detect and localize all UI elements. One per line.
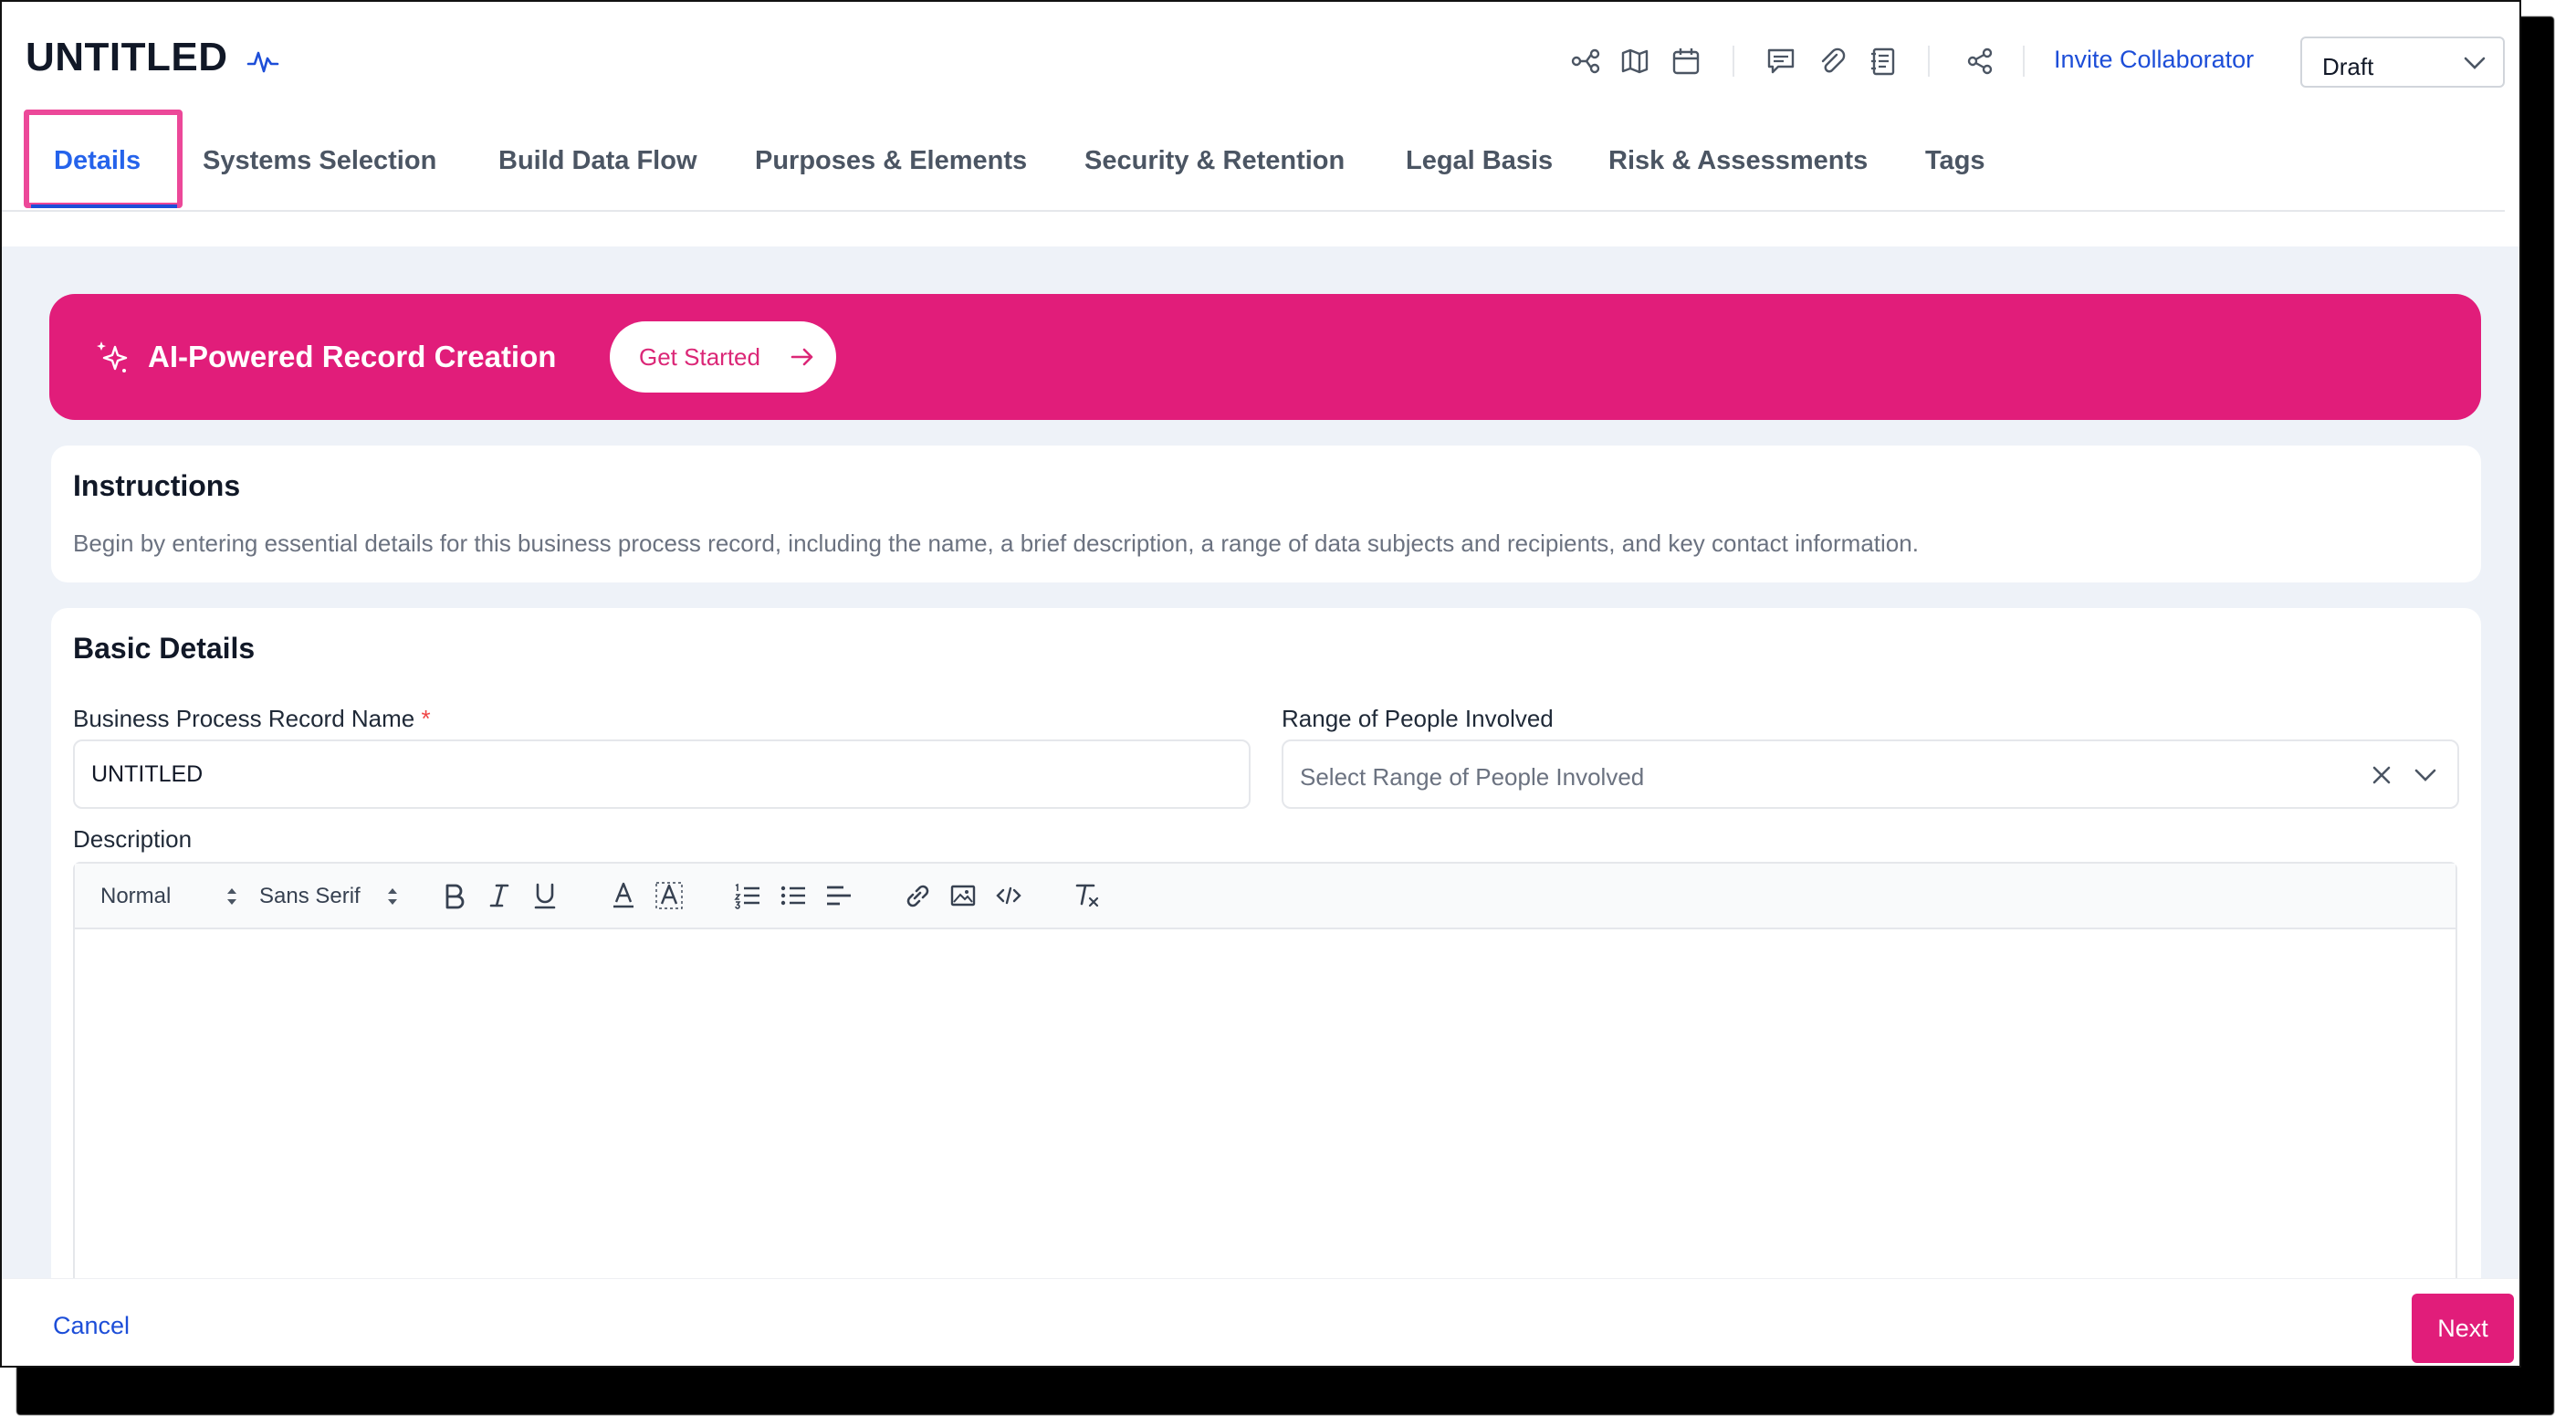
- format-select[interactable]: Normal: [100, 884, 171, 909]
- attachment-icon[interactable]: [1817, 46, 1848, 77]
- ai-record-banner: AI-Powered Record Creation Get Started: [49, 294, 2481, 420]
- ordered-list-icon[interactable]: [732, 880, 763, 911]
- status-value: Draft: [2322, 53, 2374, 80]
- next-button[interactable]: Next: [2412, 1294, 2514, 1363]
- toolbar-separator: [1928, 46, 1930, 77]
- record-name-input[interactable]: [73, 739, 1251, 809]
- chevron-down-icon[interactable]: [2414, 765, 2437, 785]
- image-icon[interactable]: [948, 880, 979, 911]
- chevron-down-icon: [2464, 57, 2486, 69]
- range-select[interactable]: Select Range of People Involved: [1282, 739, 2459, 809]
- code-icon[interactable]: [993, 880, 1024, 911]
- comment-icon[interactable]: [1765, 46, 1796, 77]
- clear-icon[interactable]: [2370, 763, 2393, 787]
- select-arrows-icon: [227, 888, 236, 905]
- basic-details-title: Basic Details: [73, 632, 256, 665]
- map-icon[interactable]: [1619, 46, 1650, 77]
- get-started-label: Get Started: [639, 343, 760, 371]
- required-mark: *: [421, 705, 431, 732]
- editor-toolbar: Normal Sans Serif: [75, 864, 2456, 929]
- app-window: UNTITLED Invite Collaborator Draft Detai…: [0, 0, 2521, 1368]
- page-title: UNTITLED: [26, 35, 228, 79]
- flow-icon[interactable]: [1570, 46, 1601, 77]
- tab-tags[interactable]: Tags: [1925, 146, 1985, 176]
- toolbar-separator: [1733, 46, 1734, 77]
- clear-formatting-icon[interactable]: [1072, 880, 1103, 911]
- tab-bar: Details Systems Selection Build Data Flo…: [2, 110, 2505, 212]
- get-started-button[interactable]: Get Started: [610, 321, 836, 393]
- italic-icon[interactable]: [484, 880, 515, 911]
- arrow-right-icon: [791, 348, 813, 366]
- status-select[interactable]: Draft: [2300, 37, 2505, 88]
- record-name-label-text: Business Process Record Name: [73, 705, 415, 732]
- basic-details-card: Basic Details Business Process Record Na…: [51, 608, 2481, 1318]
- range-placeholder: Select Range of People Involved: [1300, 763, 1645, 791]
- notes-icon[interactable]: [1868, 46, 1899, 77]
- align-left-icon[interactable]: [823, 880, 854, 911]
- tab-legal-basis[interactable]: Legal Basis: [1406, 146, 1553, 176]
- bold-icon[interactable]: [438, 880, 469, 911]
- link-icon[interactable]: [902, 880, 933, 911]
- instructions-card: Instructions Begin by entering essential…: [51, 446, 2481, 582]
- tab-risk-assessments[interactable]: Risk & Assessments: [1608, 146, 1868, 176]
- cancel-button[interactable]: Cancel: [53, 1312, 130, 1340]
- underline-icon[interactable]: [529, 880, 560, 911]
- highlight-color-icon[interactable]: [654, 880, 685, 911]
- calendar-icon[interactable]: [1670, 46, 1702, 77]
- sparkle-icon: [97, 341, 128, 372]
- font-select[interactable]: Sans Serif: [259, 884, 361, 909]
- description-editor: Normal Sans Serif: [73, 862, 2457, 1318]
- tab-purposes-elements[interactable]: Purposes & Elements: [755, 146, 1027, 176]
- share-icon[interactable]: [1964, 46, 1995, 77]
- text-color-icon[interactable]: [608, 880, 639, 911]
- footer: Cancel Next: [2, 1278, 2519, 1366]
- activity-icon[interactable]: [246, 46, 279, 79]
- instructions-text: Begin by entering essential details for …: [73, 530, 1919, 557]
- tab-details[interactable]: Details: [54, 146, 141, 176]
- invite-collaborator-link[interactable]: Invite Collaborator: [2054, 46, 2254, 74]
- instructions-title: Instructions: [73, 469, 241, 502]
- bullet-list-icon[interactable]: [778, 880, 809, 911]
- tab-systems-selection[interactable]: Systems Selection: [203, 146, 436, 176]
- description-label: Description: [73, 825, 193, 853]
- ai-banner-title: AI-Powered Record Creation: [148, 340, 557, 373]
- range-label: Range of People Involved: [1282, 705, 1554, 732]
- description-textarea[interactable]: [75, 931, 2456, 1315]
- active-tab-indicator: [31, 204, 177, 208]
- select-arrows-icon: [388, 888, 397, 905]
- toolbar-separator: [2023, 46, 2025, 77]
- tab-build-data-flow[interactable]: Build Data Flow: [498, 146, 697, 176]
- tab-security-retention[interactable]: Security & Retention: [1084, 146, 1345, 176]
- record-name-label: Business Process Record Name *: [73, 705, 431, 733]
- header: UNTITLED Invite Collaborator Draft Detai…: [2, 2, 2519, 214]
- main-content: AI-Powered Record Creation Get Started I…: [2, 246, 2519, 1318]
